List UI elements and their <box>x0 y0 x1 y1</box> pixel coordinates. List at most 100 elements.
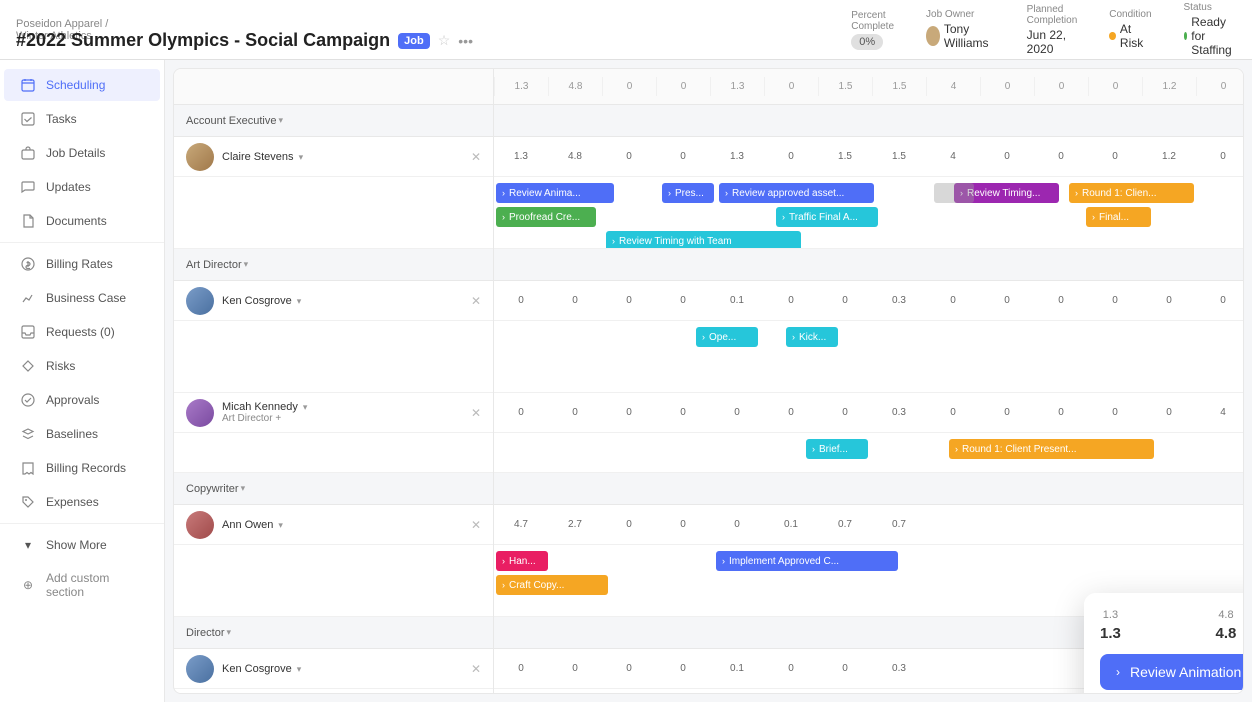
sidebar-divider-2 <box>0 523 164 524</box>
resource-row-ken-dir: Ken Cosgrove ▾ ✕ <box>174 649 493 689</box>
group-row-account-executive[interactable]: Account Executive ▾ <box>174 105 493 137</box>
resource-info-micah: Micah Kennedy ▾ Art Director + <box>222 401 463 424</box>
percent-badge: 0% <box>851 34 883 50</box>
bar-pres[interactable]: ›Pres... <box>662 183 714 203</box>
group-label-copy: Copywriter <box>186 483 239 495</box>
bar-ope[interactable]: ›Ope... <box>696 327 758 347</box>
percent-complete-meta: Percent Complete 0% <box>851 10 894 50</box>
condition-meta: Condition At Risk <box>1109 9 1151 50</box>
avatar-ann <box>186 511 214 539</box>
gantt-left-panel: Account Executive ▾ Claire Stevens ▾ ✕ <box>174 69 494 693</box>
dollar-icon <box>20 256 36 272</box>
briefcase-icon <box>20 145 36 161</box>
resource-name-micah: Micah Kennedy ▾ <box>222 401 463 413</box>
tasks-row-right-claire: ›Review Anima... ›Proofread Cre... ›Pres… <box>494 177 1243 249</box>
tooltip-header: 1.3 1.3 4.8 4.8 0 0 <box>1100 609 1243 642</box>
sidebar-item-approvals[interactable]: Approvals <box>4 384 160 416</box>
col-h-8: 1.5 <box>872 77 926 96</box>
remove-ken-dir[interactable]: ✕ <box>471 662 481 676</box>
sidebar-item-risks[interactable]: Risks <box>4 350 160 382</box>
director-group-chevron[interactable]: ▾ <box>227 627 232 638</box>
receipt-icon <box>20 460 36 476</box>
group-row-art-director[interactable]: Art Director ▾ <box>174 249 493 281</box>
resource-row-right-ann: 4.7 2.7 0 0 0 0.1 0.7 0.7 <box>494 505 1243 545</box>
resource-row-ken-art: Ken Cosgrove ▾ ✕ <box>174 281 493 321</box>
sidebar-item-billing-rates[interactable]: Billing Rates <box>4 248 160 280</box>
resource-info-ken-art: Ken Cosgrove ▾ <box>222 295 463 307</box>
art-group-chevron[interactable]: ▾ <box>244 259 249 270</box>
col-h-6: 0 <box>764 77 818 96</box>
bar-proofread-creative[interactable]: ›Proofread Cre... <box>496 207 596 227</box>
col-h-14: 0 <box>1196 77 1243 96</box>
planned-completion-meta: Planned Completion Jun 22, 2020 <box>1027 4 1078 56</box>
tasks-row-left-claire <box>174 177 493 249</box>
chart-icon <box>20 290 36 306</box>
avatar-micah <box>186 399 214 427</box>
top-bar: Poseidon Apparel / Winter Athletics #202… <box>0 0 1252 60</box>
tasks-row-right-micah: ›Brief... ›Round 1: Client Present... <box>494 433 1243 473</box>
bar-final2[interactable]: ›Final... <box>1086 207 1151 227</box>
page-title: #2022 Summer Olympics - Social Campaign <box>16 30 390 51</box>
group-label-art: Art Director <box>186 259 242 271</box>
avatar-ken <box>186 287 214 315</box>
group-row-copywriter[interactable]: Copywriter ▾ <box>174 473 493 505</box>
bar-kick[interactable]: ›Kick... <box>786 327 838 347</box>
tooltip-col-2: 4.8 4.8 <box>1216 609 1237 642</box>
col-h-2: 4.8 <box>548 77 602 96</box>
resource-info-claire: Claire Stevens ▾ <box>222 151 463 163</box>
tasks-row-right-ken-art: ›Ope... ›Kick... ›Revi... <box>494 321 1243 393</box>
sidebar-item-updates[interactable]: Updates <box>4 171 160 203</box>
more-options-icon[interactable]: ••• <box>458 33 473 49</box>
bar-traffic-final[interactable]: ›Traffic Final A... <box>776 207 878 227</box>
col-h-9: 4 <box>926 77 980 96</box>
bar-implement-approved[interactable]: ›Implement Approved C... <box>716 551 898 571</box>
bar-review-timing-team[interactable]: ›Review Timing with Team <box>606 231 801 249</box>
avatar-claire <box>186 143 214 171</box>
resource-name-ann: Ann Owen ▾ <box>222 519 463 531</box>
resource-row-micah: Micah Kennedy ▾ Art Director + ✕ <box>174 393 493 433</box>
remove-micah[interactable]: ✕ <box>471 406 481 420</box>
message-icon <box>20 179 36 195</box>
atrisk-dot <box>1109 32 1116 40</box>
bar-round1-client[interactable]: ›Round 1: Clien... <box>1069 183 1194 203</box>
avatar-ken-dir <box>186 655 214 683</box>
group-row-director[interactable]: Director ▾ <box>174 617 493 649</box>
sidebar-add-custom[interactable]: ⊕ Add custom section <box>4 563 160 607</box>
col-h-4: 0 <box>656 77 710 96</box>
sidebar-item-expenses[interactable]: Expenses <box>4 486 160 518</box>
layers-icon <box>20 426 36 442</box>
tasks-row-left-ken-dir <box>174 689 493 693</box>
bar-craft-copy[interactable]: ›Craft Copy... <box>496 575 608 595</box>
remove-claire[interactable]: ✕ <box>471 150 481 164</box>
remove-ann[interactable]: ✕ <box>471 518 481 532</box>
bar-round1-client-present[interactable]: ›Round 1: Client Present... <box>949 439 1154 459</box>
sidebar-item-business-case[interactable]: Business Case <box>4 282 160 314</box>
gantt-right-panel: 1.3 4.8 0 0 1.3 0 1.5 1.5 4 0 0 <box>494 69 1243 693</box>
sidebar-item-tasks[interactable]: Tasks <box>4 103 160 135</box>
gantt-header-left <box>174 69 493 105</box>
sidebar-item-job-details[interactable]: Job Details <box>4 137 160 169</box>
group-chevron[interactable]: ▾ <box>279 115 284 126</box>
bar-review-animation[interactable]: ›Review Anima... <box>496 183 614 203</box>
sidebar-item-billing-records[interactable]: Billing Records <box>4 452 160 484</box>
bar-review-approved[interactable]: ›Review approved asset... <box>719 183 874 203</box>
sidebar-item-baselines[interactable]: Baselines <box>4 418 160 450</box>
tooltip-col-1: 1.3 1.3 <box>1100 609 1121 642</box>
check-circle-icon <box>20 392 36 408</box>
remove-ken-art[interactable]: ✕ <box>471 294 481 308</box>
gantt-scroll[interactable]: Account Executive ▾ Claire Stevens ▾ ✕ <box>174 69 1243 693</box>
plus-icon: ⊕ <box>20 577 36 593</box>
sidebar-item-scheduling[interactable]: Scheduling <box>4 69 160 101</box>
chevron-down-icon: ▾ <box>20 537 36 553</box>
sidebar-item-documents[interactable]: Documents <box>4 205 160 237</box>
copy-group-chevron[interactable]: ▾ <box>241 483 246 494</box>
bar-hand[interactable]: ›Han... <box>496 551 548 571</box>
resource-role-micah: Art Director + <box>222 413 463 424</box>
file-icon <box>20 213 36 229</box>
gantt-area: Account Executive ▾ Claire Stevens ▾ ✕ <box>173 68 1244 694</box>
bar-brief[interactable]: ›Brief... <box>806 439 868 459</box>
sidebar-item-requests[interactable]: Requests (0) <box>4 316 160 348</box>
star-icon[interactable]: ☆ <box>438 32 451 49</box>
tooltip-task-review-animation[interactable]: › Review Animation <box>1100 654 1243 690</box>
sidebar-show-more[interactable]: ▾ Show More <box>4 529 160 561</box>
